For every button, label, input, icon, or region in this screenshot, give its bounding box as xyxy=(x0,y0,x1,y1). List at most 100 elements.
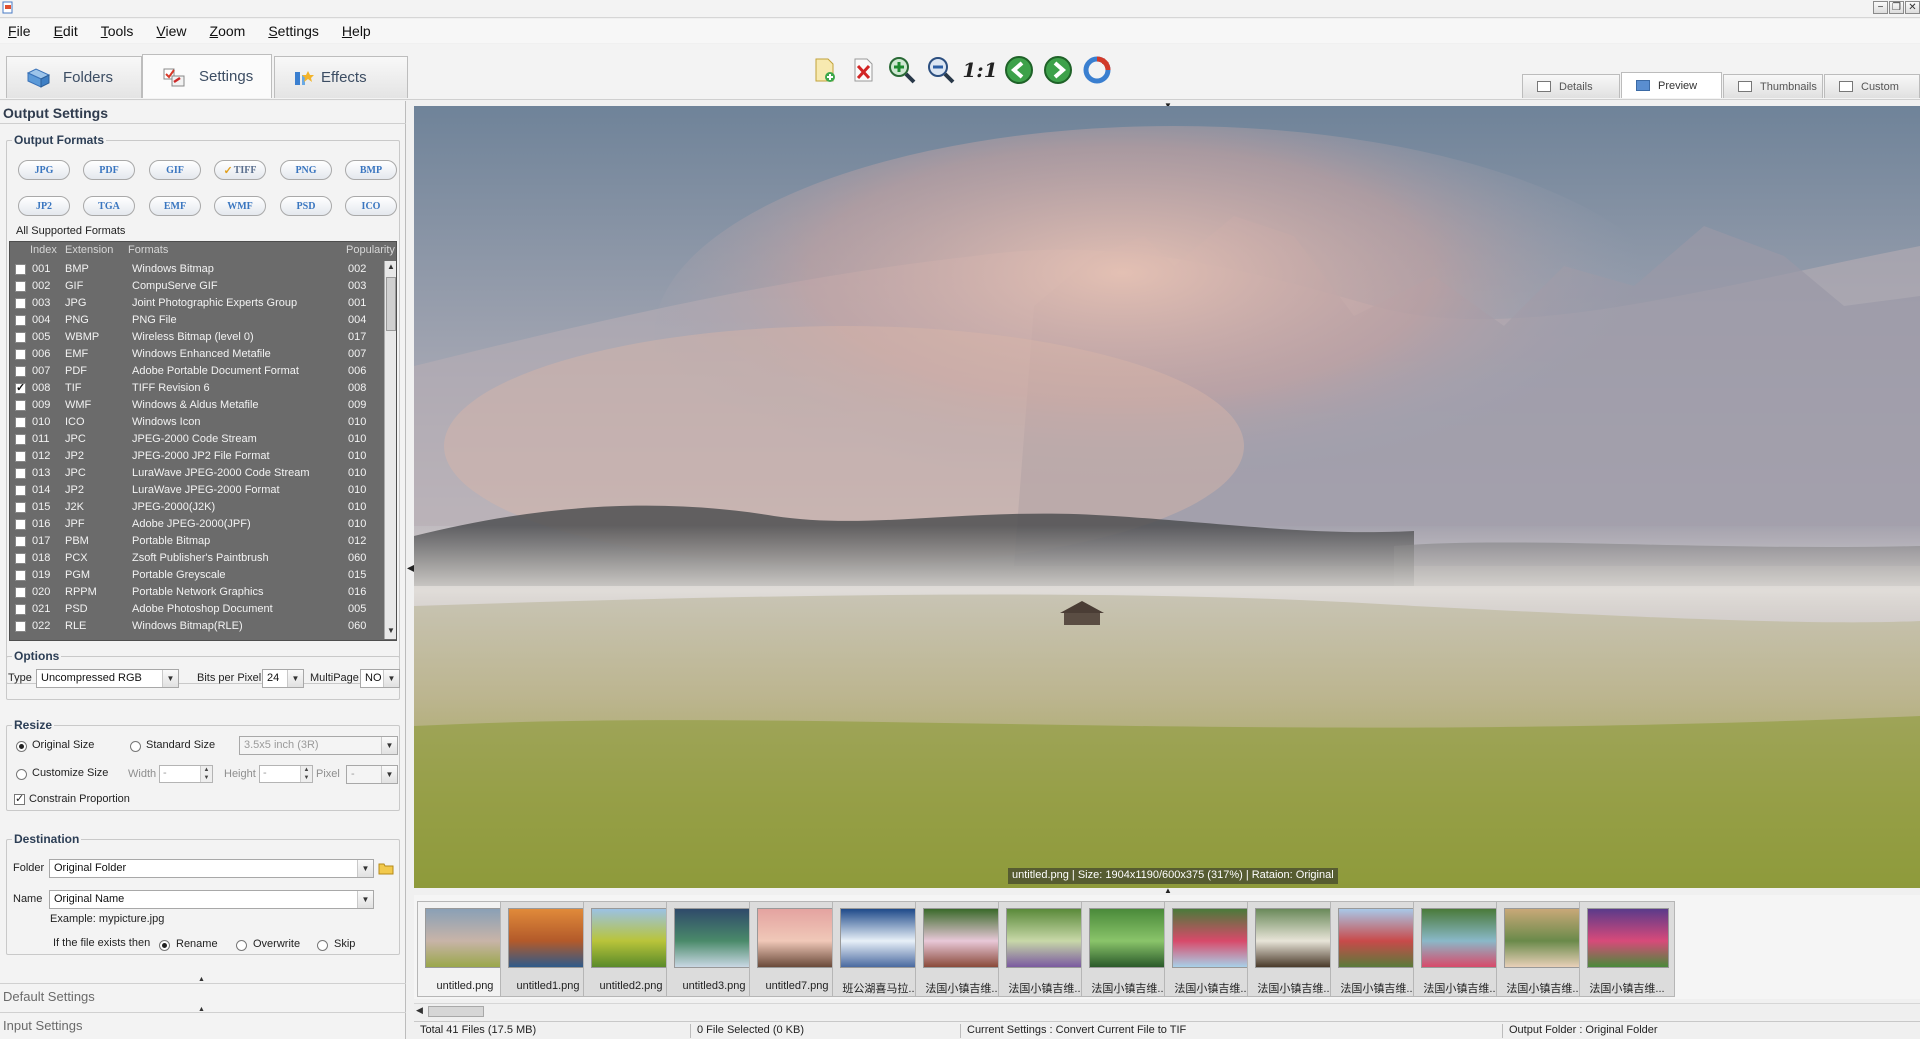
thumbnail-item[interactable]: 法国小镇吉维... xyxy=(1330,901,1426,997)
thumbnail-item[interactable]: 法国小镇吉维... xyxy=(1579,901,1675,997)
thumbnail-item[interactable]: 法国小镇吉维... xyxy=(1081,901,1177,997)
close-button[interactable]: ✕ xyxy=(1905,1,1920,14)
next-button[interactable] xyxy=(1042,54,1074,86)
thumbnail-item[interactable]: untitled.png xyxy=(417,901,513,997)
tab-thumbnails[interactable]: Thumbnails xyxy=(1723,74,1823,98)
scroll-left-icon[interactable]: ◀ xyxy=(416,1005,423,1016)
format-button-tiff[interactable]: ✓ TIFF xyxy=(214,160,266,180)
thumbnail-item[interactable]: untitled1.png xyxy=(500,901,596,997)
thumbnail-item[interactable]: 法国小镇吉维... xyxy=(1496,901,1592,997)
width-input[interactable]: - ▲ ▼ xyxy=(159,765,213,783)
format-button-jp2[interactable]: JP2 xyxy=(18,196,70,216)
type-select[interactable]: Uncompressed RGB ▼ xyxy=(36,669,179,688)
name-select[interactable]: Original Name ▼ xyxy=(49,890,374,909)
row-checkbox[interactable] xyxy=(15,536,26,547)
row-checkbox[interactable] xyxy=(15,315,26,326)
unit-select[interactable]: - ▼ xyxy=(346,765,398,784)
scroll-thumb[interactable] xyxy=(428,1006,484,1017)
thumbnail-item[interactable]: untitled3.png xyxy=(666,901,762,997)
scroll-thumb[interactable] xyxy=(386,277,396,331)
format-button-pdf[interactable]: PDF xyxy=(83,160,135,180)
rename-radio[interactable] xyxy=(159,940,170,951)
table-row[interactable]: 007 PDF Adobe Portable Document Format 006 xyxy=(10,363,386,380)
thumbnail-item[interactable]: 法国小镇吉维... xyxy=(915,901,1011,997)
scroll-up-icon[interactable]: ▲ xyxy=(386,262,396,274)
tab-preview[interactable]: Preview xyxy=(1621,72,1722,98)
row-checkbox[interactable] xyxy=(15,485,26,496)
refresh-button[interactable] xyxy=(1081,54,1113,86)
table-row[interactable]: 011 JPC JPEG-2000 Code Stream 010 xyxy=(10,431,386,448)
format-button-ico[interactable]: ICO xyxy=(345,196,397,216)
thumbnail-item[interactable]: 法国小镇吉维... xyxy=(998,901,1094,997)
table-row[interactable]: 004 PNG PNG File 004 xyxy=(10,312,386,329)
table-row[interactable]: 022 RLE Windows Bitmap(RLE) 060 xyxy=(10,618,386,635)
standard-size-select[interactable]: 3.5x5 inch (3R) ▼ xyxy=(239,736,398,755)
thumbnail-scrollbar[interactable]: ◀ xyxy=(414,1003,1920,1019)
col-extension[interactable]: Extension xyxy=(65,244,113,256)
thumbnail-item[interactable]: 法国小镇吉维... xyxy=(1164,901,1260,997)
table-row[interactable]: 017 PBM Portable Bitmap 012 xyxy=(10,533,386,550)
thumbnail-item[interactable]: 班公湖喜马拉... xyxy=(832,901,928,997)
delete-button[interactable] xyxy=(847,54,879,86)
table-row[interactable]: 020 RPPM Portable Network Graphics 016 xyxy=(10,584,386,601)
zoom-in-button[interactable] xyxy=(886,54,918,86)
table-row[interactable]: 005 WBMP Wireless Bitmap (level 0) 017 xyxy=(10,329,386,346)
table-row[interactable]: 021 PSD Adobe Photoshop Document 005 xyxy=(10,601,386,618)
menu-help[interactable]: Help xyxy=(342,23,371,39)
table-row[interactable]: 003 JPG Joint Photographic Experts Group 00… xyxy=(10,295,386,312)
tab-custom[interactable]: Custom xyxy=(1824,74,1920,98)
format-button-wmf[interactable]: WMF xyxy=(214,196,266,216)
table-row[interactable]: 019 PGM Portable Greyscale 015 xyxy=(10,567,386,584)
row-checkbox[interactable] xyxy=(15,264,26,275)
open-button[interactable] xyxy=(808,54,840,86)
format-button-png[interactable]: PNG xyxy=(280,160,332,180)
row-checkbox[interactable] xyxy=(15,587,26,598)
tab-settings[interactable]: Settings xyxy=(142,54,272,98)
input-settings-section[interactable]: Input Settings xyxy=(0,1012,406,1036)
table-row[interactable]: 002 GIF CompuServe GIF 003 xyxy=(10,278,386,295)
format-table-scrollbar[interactable]: ▲ ▼ xyxy=(384,261,396,639)
tab-folders[interactable]: Folders xyxy=(6,56,142,98)
zoom-out-button[interactable] xyxy=(925,54,957,86)
table-row[interactable]: 013 JPC LuraWave JPEG-2000 Code Stream 010 xyxy=(10,465,386,482)
overwrite-radio[interactable] xyxy=(236,940,247,951)
previous-button[interactable] xyxy=(1003,54,1035,86)
height-input[interactable]: - ▲ ▼ xyxy=(259,765,313,783)
table-row[interactable]: 016 JPF Adobe JPEG-2000(JPF) 010 xyxy=(10,516,386,533)
format-button-psd[interactable]: PSD xyxy=(280,196,332,216)
menu-settings[interactable]: Settings xyxy=(268,23,319,39)
row-checkbox[interactable] xyxy=(15,621,26,632)
skip-radio[interactable] xyxy=(317,940,328,951)
row-checkbox[interactable] xyxy=(15,366,26,377)
thumbnail-item[interactable]: untitled7.png xyxy=(749,901,845,997)
customize-size-radio[interactable] xyxy=(16,769,27,780)
row-checkbox[interactable] xyxy=(15,553,26,564)
table-row[interactable]: 009 WMF Windows & Aldus Metafile 009 xyxy=(10,397,386,414)
format-button-jpg[interactable]: JPG xyxy=(18,160,70,180)
default-settings-section[interactable]: Default Settings xyxy=(0,983,406,1007)
table-row[interactable]: 001 BMP Windows Bitmap 002 xyxy=(10,261,386,278)
splitter-grip-icon[interactable]: ▲ xyxy=(1164,886,1172,895)
bpp-select[interactable]: 24 ▼ xyxy=(262,669,304,688)
row-checkbox[interactable] xyxy=(15,332,26,343)
row-checkbox[interactable] xyxy=(15,502,26,513)
row-checkbox[interactable] xyxy=(15,400,26,411)
row-checkbox[interactable] xyxy=(15,281,26,292)
constrain-checkbox[interactable] xyxy=(14,792,25,805)
thumbnail-item[interactable]: 法国小镇吉维... xyxy=(1247,901,1343,997)
row-checkbox[interactable] xyxy=(15,417,26,428)
table-row[interactable]: 018 PCX Zsoft Publisher's Paintbrush 060 xyxy=(10,550,386,567)
image-preview[interactable] xyxy=(414,106,1920,888)
format-button-tga[interactable]: TGA xyxy=(83,196,135,216)
row-checkbox[interactable] xyxy=(15,298,26,309)
browse-folder-icon[interactable] xyxy=(378,861,394,875)
thumbnail-item[interactable]: untitled2.png xyxy=(583,901,679,997)
row-checkbox[interactable] xyxy=(15,434,26,445)
stepper-icon[interactable]: ▲ ▼ xyxy=(200,766,212,782)
row-checkbox[interactable] xyxy=(15,519,26,530)
minimize-button[interactable]: − xyxy=(1873,1,1888,14)
table-row[interactable]: 008 TIF TIFF Revision 6 008 xyxy=(10,380,386,397)
stepper-icon[interactable]: ▲ ▼ xyxy=(300,766,312,782)
actual-size-button[interactable]: 1:1 xyxy=(962,54,997,86)
col-popularity[interactable]: Popularity xyxy=(346,244,395,256)
